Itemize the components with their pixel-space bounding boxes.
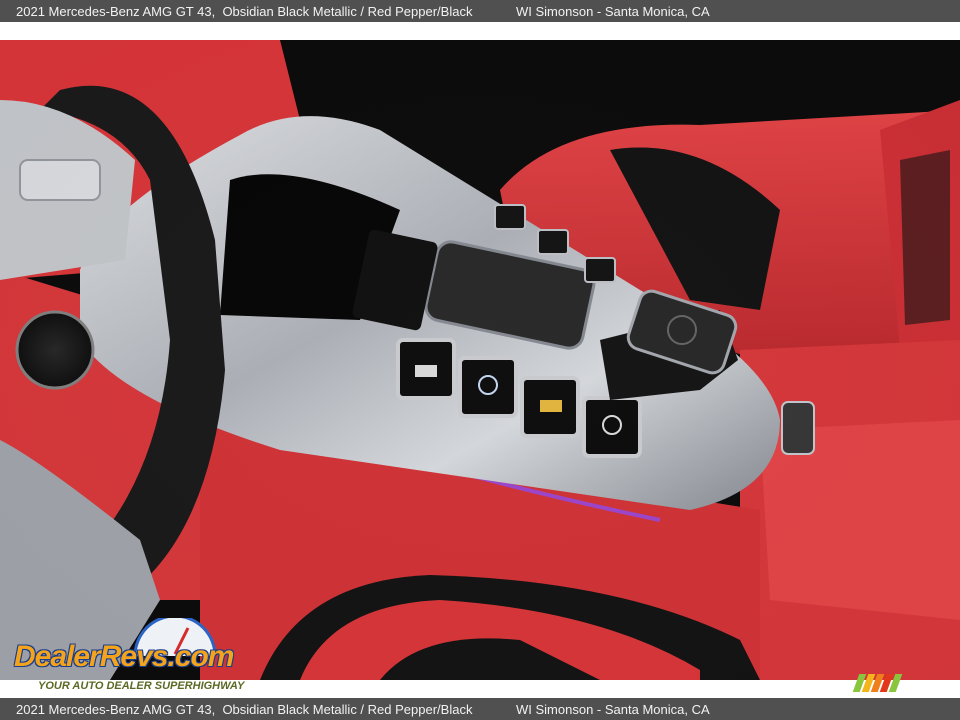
caption-title: 2021 Mercedes-Benz AMG GT 43, Obsidian B… [16, 3, 473, 19]
caption-bar-top: 2021 Mercedes-Benz AMG GT 43, Obsidian B… [0, 0, 960, 22]
brand-stripes [852, 674, 903, 692]
console-illustration [0, 40, 960, 680]
interior-photo [0, 40, 960, 680]
dealerrevs-watermark: DealerRevs.com YOUR AUTO DEALER SUPERHIG… [12, 618, 272, 692]
caption-dealer: WI Simonson - Santa Monica, CA [516, 3, 710, 19]
caption-title: 2021 Mercedes-Benz AMG GT 43, Obsidian B… [16, 701, 473, 717]
watermark-tagline: YOUR AUTO DEALER SUPERHIGHWAY [38, 680, 245, 692]
watermark-logo-text: DealerRevs.com [14, 640, 234, 673]
caption-dealer: WI Simonson - Santa Monica, CA [516, 701, 710, 717]
caption-bar-bottom: 2021 Mercedes-Benz AMG GT 43, Obsidian B… [0, 698, 960, 720]
